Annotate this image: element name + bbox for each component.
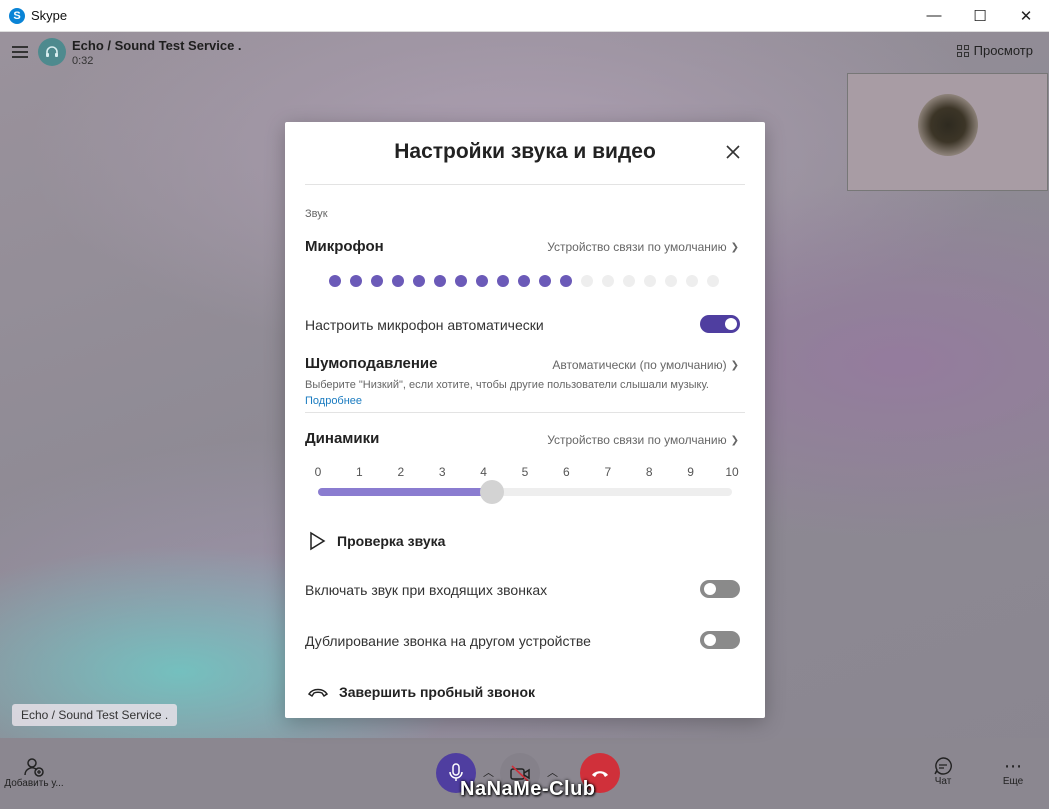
volume-tick-label: 1 (356, 465, 363, 479)
mic-level-dot (350, 275, 362, 287)
title-bar: S Skype — ☐ ✕ (0, 0, 1049, 32)
microphone-device-value: Устройство связи по умолчанию (547, 240, 727, 254)
contact-info[interactable]: Echo / Sound Test Service . 0:32 (72, 38, 242, 67)
dialog-title: Настройки звука и видео (394, 140, 656, 163)
mic-level-dot (623, 275, 635, 287)
speakers-label: Динамики (305, 430, 380, 447)
participant-name-tag: Echo / Sound Test Service . (12, 704, 178, 726)
volume-tick-label: 0 (314, 465, 322, 479)
hang-up-icon (307, 688, 329, 698)
speakers-device-value: Устройство связи по умолчанию (547, 433, 727, 447)
volume-fill (318, 488, 492, 496)
chat-label: Чат (934, 776, 952, 787)
microphone-level-meter (329, 275, 719, 287)
end-test-call-label: Завершить пробный звонок (339, 684, 536, 700)
microphone-label: Микрофон (305, 238, 384, 255)
contact-avatar[interactable] (38, 38, 66, 66)
call-header: Echo / Sound Test Service . 0:32 (0, 32, 1049, 72)
auto-answer-toggle[interactable] (700, 580, 740, 598)
skype-window: S Skype — ☐ ✕ Echo / Sound Test Service … (0, 0, 1049, 809)
close-window-button[interactable]: ✕ (1003, 0, 1049, 31)
grid-icon (956, 44, 969, 57)
call-duration: 0:32 (72, 54, 94, 67)
volume-tick-label: 4 (480, 465, 487, 479)
volume-tick-label: 10 (725, 465, 739, 479)
ring-duplicate-label: Дублирование звонка на другом устройстве (305, 633, 591, 649)
hamburger-menu-icon[interactable] (12, 46, 28, 58)
preview-label: Просмотр (973, 43, 1033, 58)
mic-level-dot (434, 275, 446, 287)
noise-suppression-value: Автоматически (по умолчанию) (552, 358, 727, 372)
speaker-volume-slider[interactable] (318, 480, 732, 504)
volume-tick-label: 3 (438, 465, 446, 479)
mic-level-dot (329, 275, 341, 287)
mic-level-dot (665, 275, 677, 287)
noise-suppression-hint: Выберите "Низкий", если хотите, чтобы др… (305, 377, 725, 409)
end-test-call-button[interactable]: Завершить пробный звонок (307, 684, 535, 700)
play-icon (310, 531, 326, 551)
microphone-device-dropdown[interactable]: Устройство связи по умолчанию ❯ (547, 240, 739, 254)
volume-tick-label: 8 (645, 465, 653, 479)
speakers-device-dropdown[interactable]: Устройство связи по умолчанию ❯ (547, 433, 739, 447)
mic-level-dot (581, 275, 593, 287)
ring-duplicate-toggle[interactable] (700, 631, 740, 649)
watermark-text: NaNaMe-Club (460, 778, 596, 800)
contact-name: Echo / Sound Test Service . (72, 37, 242, 53)
preview-button[interactable]: Просмотр (956, 43, 1033, 58)
test-sound-button[interactable]: Проверка звука (307, 531, 445, 551)
window-title: Skype (31, 8, 68, 23)
test-sound-label: Проверка звука (337, 533, 446, 549)
headset-icon (46, 46, 58, 57)
mic-level-dot (392, 275, 404, 287)
chevron-down-icon: ❯ (730, 241, 739, 253)
audio-video-settings-dialog: Настройки звука и видео Звук Микрофон Ус… (285, 122, 765, 718)
volume-tick-label: 5 (521, 465, 529, 479)
volume-slider-handle[interactable] (479, 480, 504, 504)
self-video-preview[interactable] (847, 73, 1048, 191)
section-label-sound: Звук (305, 208, 328, 220)
mic-level-dot (686, 275, 698, 287)
volume-scale: 0 1 2 3 4 5 6 7 8 9 10 (311, 465, 739, 481)
add-participant-button[interactable]: Добавить у... (0, 756, 68, 789)
volume-tick-label: 7 (604, 465, 612, 479)
mic-level-dot (413, 275, 425, 287)
chat-button[interactable]: Чат (922, 756, 964, 787)
more-dots-icon: ⋯ (1004, 756, 1022, 776)
close-icon (726, 145, 740, 159)
close-dialog-button[interactable] (722, 142, 744, 164)
auto-adjust-mic-toggle[interactable] (700, 315, 740, 333)
learn-more-link[interactable]: Подробнее (305, 395, 362, 407)
mic-level-dot (497, 275, 509, 287)
mic-level-dot (707, 275, 719, 287)
minimize-button[interactable]: — (911, 0, 957, 31)
chevron-down-icon: ❯ (730, 434, 739, 446)
mic-level-dot (476, 275, 488, 287)
mic-level-dot (371, 275, 383, 287)
header-divider (305, 184, 745, 185)
volume-tick-label: 6 (563, 465, 570, 479)
auto-adjust-mic-label: Настроить микрофон автоматически (305, 317, 544, 333)
more-button[interactable]: ⋯ Еще (993, 756, 1033, 787)
auto-answer-label: Включать звук при входящих звонках (305, 582, 548, 598)
chat-icon (934, 757, 952, 775)
mic-level-dot (455, 275, 467, 287)
mic-level-dot (560, 275, 572, 287)
mic-level-dot (644, 275, 656, 287)
mic-level-dot (602, 275, 614, 287)
mic-level-dot (518, 275, 530, 287)
section-divider (305, 412, 745, 413)
chevron-down-icon: ❯ (730, 359, 739, 371)
mic-level-dot (539, 275, 551, 287)
volume-tick-label: 2 (397, 465, 405, 479)
noise-hint-text: Выберите "Низкий", если хотите, чтобы др… (305, 379, 709, 391)
more-label: Еще (1002, 776, 1024, 787)
maximize-button[interactable]: ☐ (957, 0, 1003, 31)
add-participant-label: Добавить у... (4, 778, 64, 789)
add-person-icon (24, 758, 44, 777)
noise-suppression-dropdown[interactable]: Автоматически (по умолчанию) ❯ (552, 358, 739, 372)
skype-logo-icon: S (9, 7, 25, 24)
noise-suppression-label: Шумоподавление (305, 355, 438, 372)
volume-tick-label: 9 (687, 465, 694, 479)
